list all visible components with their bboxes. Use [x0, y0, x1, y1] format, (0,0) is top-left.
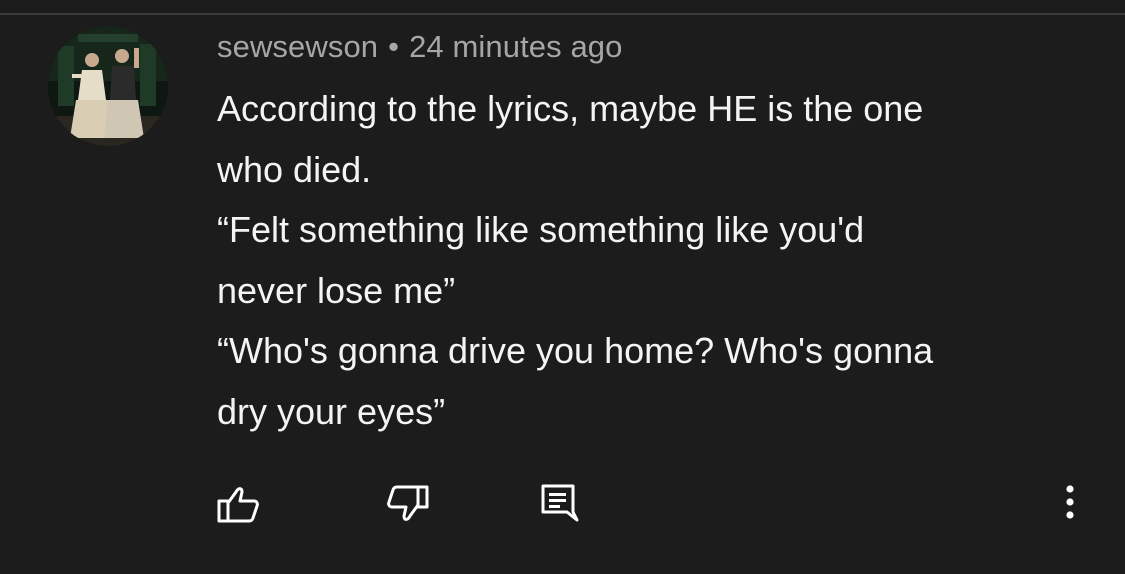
thumbs-down-icon — [387, 485, 429, 521]
comment-line: “Who's gonna drive you home? Who's gonna — [217, 330, 934, 371]
comment-timestamp[interactable]: 24 minutes ago — [409, 29, 622, 64]
vertical-ellipsis-icon — [1066, 485, 1074, 519]
comment-line: According to the lyrics, maybe HE is the… — [217, 88, 924, 129]
dislike-button[interactable] — [384, 482, 432, 526]
comment-line: never lose me” — [217, 269, 456, 311]
comment-line: “Felt something like something like you'… — [217, 209, 865, 250]
more-options-button[interactable] — [1055, 481, 1085, 523]
reply-comment-icon — [541, 484, 579, 522]
comment-text: According to the lyrics, maybe HE is the… — [217, 79, 1067, 442]
avatar[interactable] — [48, 26, 168, 146]
like-button[interactable] — [214, 482, 262, 526]
author-name[interactable]: sewsewson — [217, 29, 378, 64]
avatar-image — [48, 26, 168, 146]
reply-button[interactable] — [537, 480, 581, 526]
comment-meta: sewsewson • 24 minutes ago — [217, 29, 622, 65]
comment-line: who died. — [217, 148, 372, 190]
top-divider — [0, 13, 1125, 15]
meta-separator: • — [388, 29, 400, 64]
thumbs-up-icon — [217, 487, 259, 523]
comment-line: dry your eyes” — [217, 390, 446, 432]
